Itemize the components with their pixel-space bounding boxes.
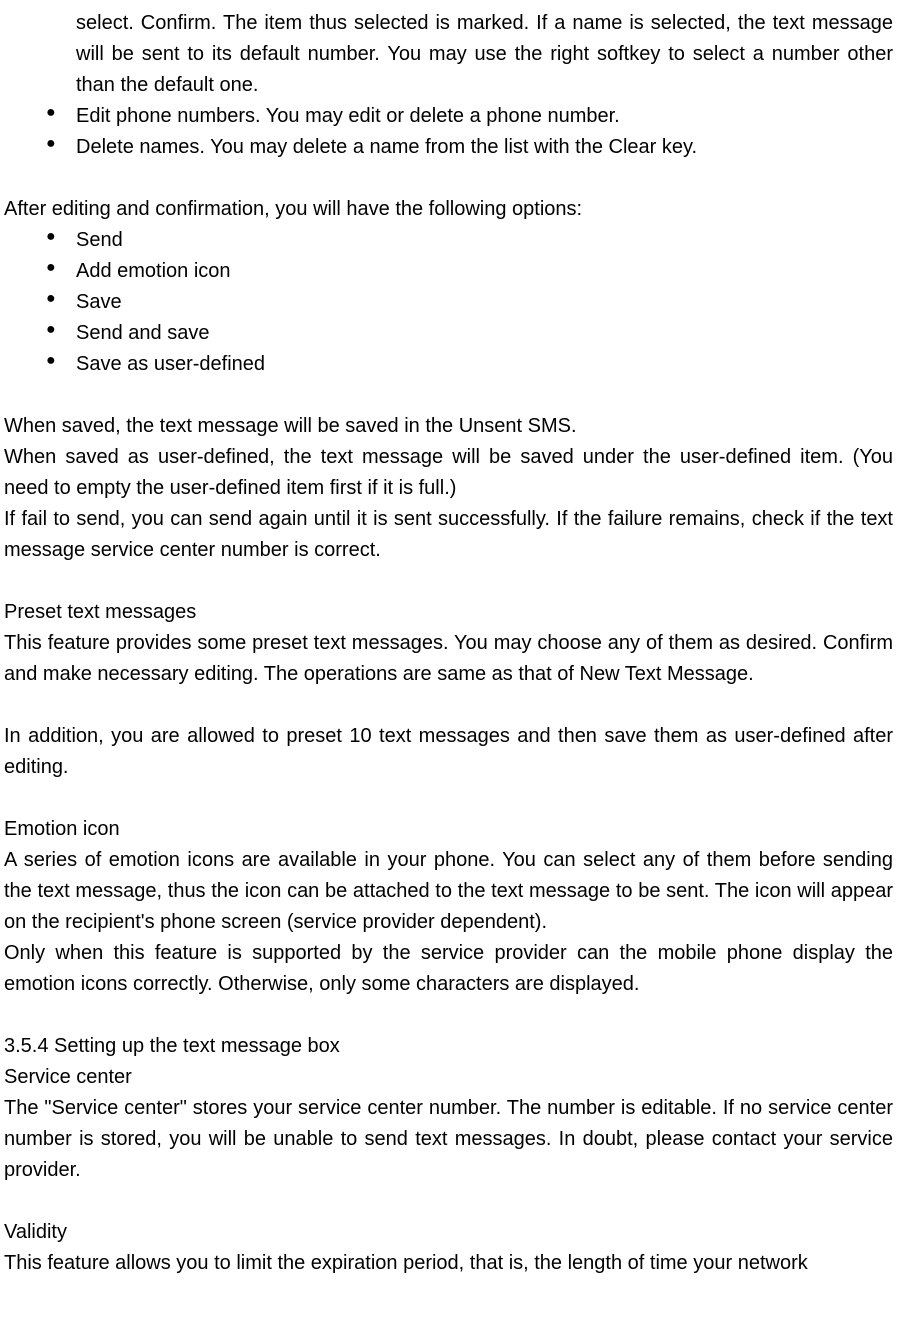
list-item-text: Save as user-defined: [76, 353, 265, 375]
intro-continuation: select. Confirm. The item thus selected …: [4, 8, 893, 101]
validity-heading: Validity: [4, 1217, 893, 1248]
list-item: Delete names. You may delete a name from…: [46, 132, 893, 163]
list-item: Save as user-defined: [46, 349, 893, 380]
service-center-heading: Service center: [4, 1062, 893, 1093]
bullet-list-top: Edit phone numbers. You may edit or dele…: [4, 101, 893, 163]
blank-line: [4, 690, 893, 721]
bullet-list-options: Send Add emotion icon Save Send and save…: [4, 225, 893, 380]
list-item: Send: [46, 225, 893, 256]
blank-line: [4, 783, 893, 814]
saved-para-3: If fail to send, you can send again unti…: [4, 504, 893, 566]
blank-line: [4, 1000, 893, 1031]
section-3-5-4-heading: 3.5.4 Setting up the text message box: [4, 1031, 893, 1062]
list-item-text: Add emotion icon: [76, 260, 231, 282]
validity-para: This feature allows you to limit the exp…: [4, 1248, 893, 1279]
service-center-para: The "Service center" stores your service…: [4, 1093, 893, 1186]
preset-para-1: This feature provides some preset text m…: [4, 628, 893, 690]
list-item: Save: [46, 287, 893, 318]
list-item: Send and save: [46, 318, 893, 349]
emotion-para-1: A series of emotion icons are available …: [4, 845, 893, 938]
list-item-text: Send: [76, 229, 123, 251]
blank-line: [4, 380, 893, 411]
saved-para-2: When saved as user-defined, the text mes…: [4, 442, 893, 504]
blank-line: [4, 566, 893, 597]
blank-line: [4, 163, 893, 194]
saved-para-1: When saved, the text message will be sav…: [4, 411, 893, 442]
emotion-para-2: Only when this feature is supported by t…: [4, 938, 893, 1000]
list-item-text: Delete names. You may delete a name from…: [76, 136, 697, 158]
list-item-text: Send and save: [76, 322, 209, 344]
after-editing-intro: After editing and confirmation, you will…: [4, 194, 893, 225]
document-page: select. Confirm. The item thus selected …: [0, 0, 897, 1279]
blank-line: [4, 1186, 893, 1217]
emotion-heading: Emotion icon: [4, 814, 893, 845]
list-item: Edit phone numbers. You may edit or dele…: [46, 101, 893, 132]
preset-para-2: In addition, you are allowed to preset 1…: [4, 721, 893, 783]
list-item: Add emotion icon: [46, 256, 893, 287]
list-item-text: Edit phone numbers. You may edit or dele…: [76, 105, 620, 127]
preset-heading: Preset text messages: [4, 597, 893, 628]
list-item-text: Save: [76, 291, 122, 313]
